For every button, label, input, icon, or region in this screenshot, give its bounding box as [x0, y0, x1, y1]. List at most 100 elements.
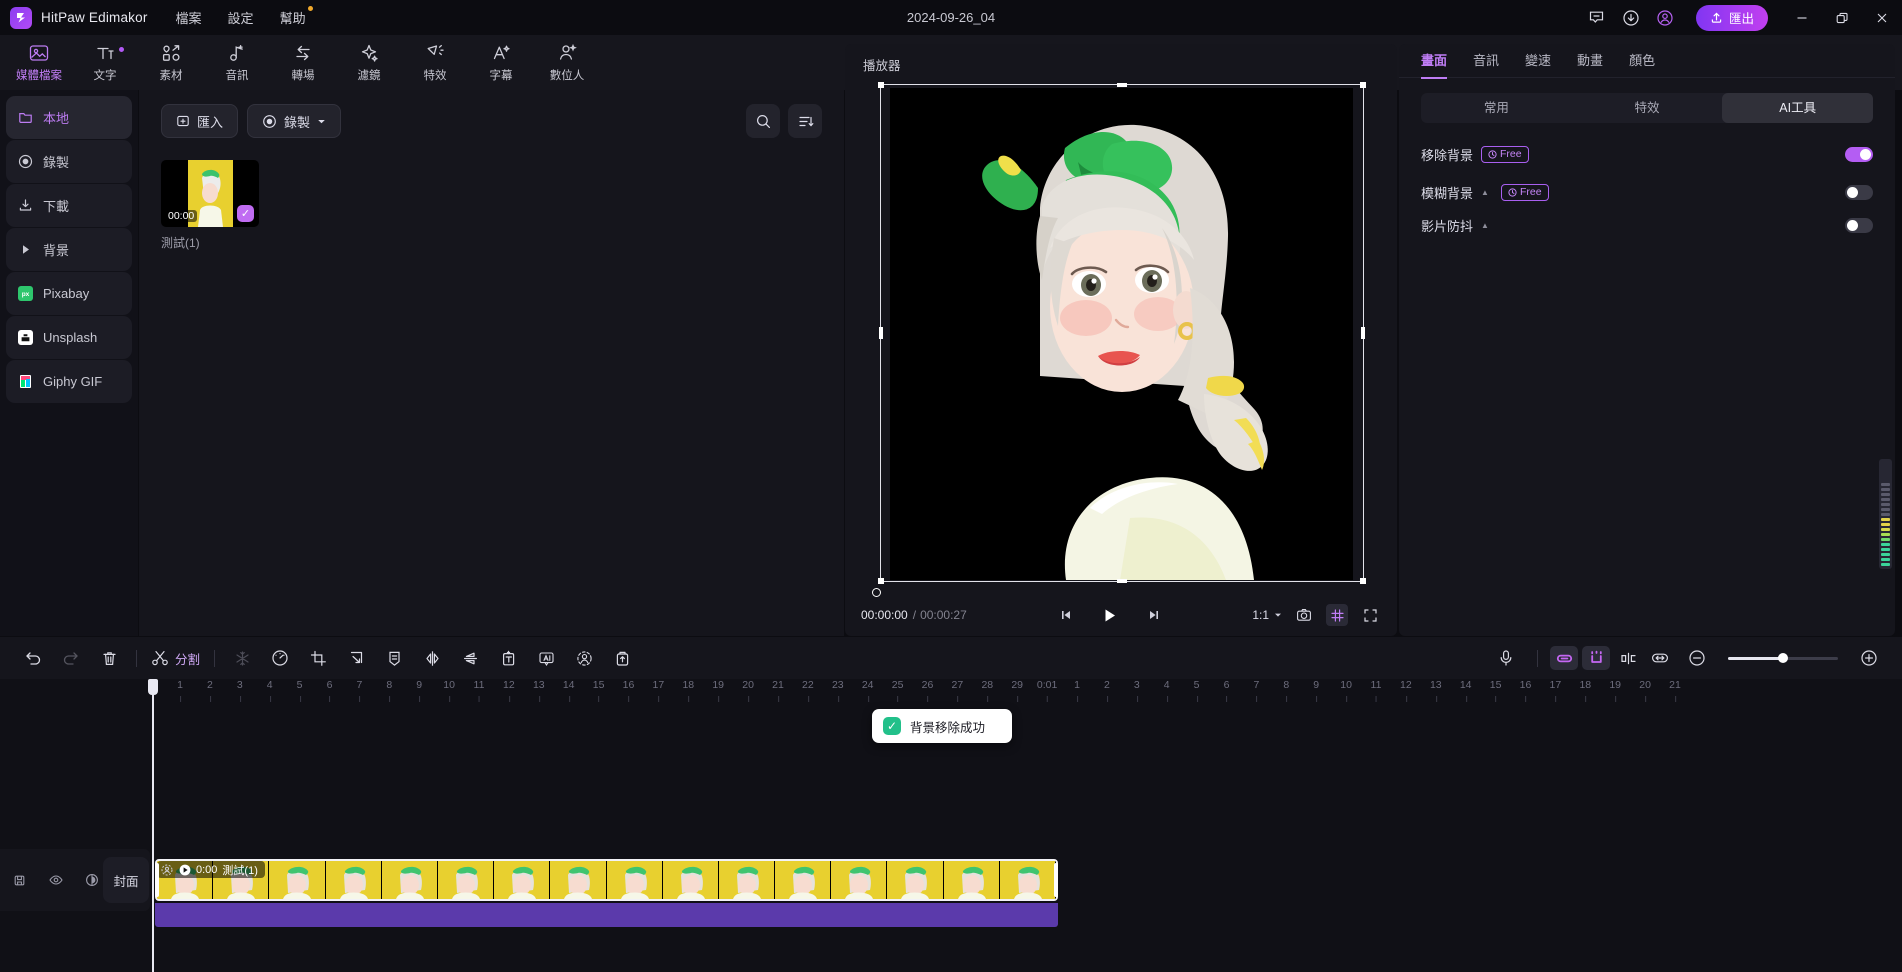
tab-audio[interactable]: 音訊 [1473, 50, 1499, 71]
row-remove-background[interactable]: 移除背景 Free [1421, 137, 1873, 171]
menu-item-settings[interactable]: 設定 [228, 8, 254, 27]
crop-icon[interactable] [299, 643, 337, 673]
resize-handle-bottom-left[interactable] [878, 578, 884, 584]
cover-button[interactable]: 封面 [103, 857, 149, 903]
play-icon[interactable] [1099, 604, 1121, 626]
speed-icon[interactable] [261, 643, 299, 673]
aspect-ratio-selector[interactable]: 1:1 [1252, 608, 1282, 622]
delete-icon[interactable] [90, 643, 128, 673]
fullscreen-icon[interactable] [1359, 604, 1381, 626]
zoom-in-icon[interactable] [1850, 643, 1888, 673]
ribbon-item-avatar[interactable]: 數位人 [534, 37, 600, 89]
tab-speed[interactable]: 變速 [1525, 50, 1551, 71]
selection-box[interactable] [880, 84, 1364, 582]
next-frame-icon[interactable] [1143, 604, 1165, 626]
download-icon[interactable] [1614, 0, 1648, 35]
fit-timeline-icon[interactable] [1646, 646, 1674, 670]
portrait-cutout-icon[interactable] [565, 643, 603, 673]
redo-icon[interactable] [52, 643, 90, 673]
mask-icon[interactable] [375, 643, 413, 673]
resize-handle-bottom-middle[interactable] [1117, 579, 1127, 583]
search-icon[interactable] [746, 104, 780, 138]
playhead[interactable] [152, 679, 154, 972]
tab-animation[interactable]: 動畫 [1577, 50, 1603, 71]
segment-common[interactable]: 常用 [1421, 93, 1572, 123]
sidebar-item-local[interactable]: 本地 [6, 96, 132, 139]
undo-icon[interactable] [14, 643, 52, 673]
ribbon-item-media[interactable]: 媒體檔案 [6, 37, 72, 89]
link-icon[interactable] [1550, 646, 1578, 670]
sidebar-item-record[interactable]: 錄製 [6, 140, 132, 183]
sort-icon[interactable] [788, 104, 822, 138]
close-icon[interactable] [1862, 0, 1902, 35]
clip-audio-track[interactable] [155, 903, 1058, 927]
row-blur-background[interactable]: 模糊背景 ▲ Free [1421, 178, 1873, 206]
media-item[interactable]: 00:00 ✓ [161, 160, 259, 227]
segment-ai-tools[interactable]: AI工具 [1722, 93, 1873, 123]
preview-canvas[interactable] [872, 84, 1372, 589]
toggle-blur-background[interactable] [1845, 185, 1873, 200]
minimize-icon[interactable] [1782, 0, 1822, 35]
lock-icon[interactable] [12, 873, 27, 888]
resize-handle-right-middle[interactable] [1361, 327, 1365, 339]
export-button[interactable]: 匯出 [1696, 5, 1768, 31]
ribbon-item-audio[interactable]: 音訊 [204, 37, 270, 89]
ribbon-item-effects[interactable]: 特效 [402, 37, 468, 89]
chevron-up-icon[interactable]: ▲ [1481, 188, 1489, 197]
ai-icon[interactable] [527, 643, 565, 673]
chevron-up-icon[interactable]: ▲ [1481, 221, 1489, 230]
sidebar-item-download[interactable]: 下載 [6, 184, 132, 227]
tab-color[interactable]: 顏色 [1629, 50, 1655, 71]
ribbon-item-transition[interactable]: 轉場 [270, 37, 336, 89]
freeze-frame-icon[interactable] [223, 643, 261, 673]
prev-frame-icon[interactable] [1055, 604, 1077, 626]
sidebar-item-pixabay[interactable]: px Pixabay [6, 272, 132, 315]
resize-handle-top-right[interactable] [1360, 82, 1366, 88]
ribbon-item-sticker[interactable]: 素材 [138, 37, 204, 89]
toggle-video-stabilization[interactable] [1845, 218, 1873, 233]
zoom-slider[interactable] [1728, 657, 1838, 660]
resize-handle-top-left[interactable] [878, 82, 884, 88]
sidebar-item-giphy[interactable]: Giphy GIF [6, 360, 132, 403]
restore-icon[interactable] [1822, 0, 1862, 35]
split-button[interactable]: 分割 [145, 649, 206, 668]
import-button[interactable]: 匯入 [161, 104, 238, 138]
ribbon-item-text[interactable]: 文字 [72, 37, 138, 89]
reverse-icon[interactable] [337, 643, 375, 673]
microphone-icon[interactable] [1487, 643, 1525, 673]
sidebar-item-unsplash[interactable]: Unsplash [6, 316, 132, 359]
toolbar-separator [214, 650, 215, 667]
split-view-icon[interactable] [1614, 646, 1642, 670]
menu-item-file[interactable]: 檔案 [176, 8, 202, 27]
mirror-icon[interactable] [413, 643, 451, 673]
sidebar-item-background[interactable]: 背景 [6, 228, 132, 271]
record-button[interactable]: 錄製 [247, 104, 341, 138]
toggle-remove-background[interactable] [1845, 147, 1873, 162]
resize-handle-left-middle[interactable] [879, 327, 883, 339]
clip-trim-handle-right[interactable] [1054, 863, 1058, 897]
ribbon-item-filter[interactable]: 濾鏡 [336, 37, 402, 89]
tab-video[interactable]: 畫面 [1421, 50, 1447, 71]
magnet-icon[interactable] [1582, 646, 1610, 670]
resize-handle-top-middle[interactable] [1117, 83, 1127, 87]
feedback-icon[interactable] [1580, 0, 1614, 35]
row-video-stabilization[interactable]: 影片防抖 ▲ [1421, 211, 1873, 239]
add-text-icon[interactable] [489, 643, 527, 673]
account-icon[interactable] [1648, 0, 1682, 35]
flip-icon[interactable] [451, 643, 489, 673]
media-item-selected-check[interactable]: ✓ [237, 205, 254, 222]
zoom-out-icon[interactable] [1678, 643, 1716, 673]
clip-trim-handle-left[interactable] [155, 863, 159, 897]
segment-effects[interactable]: 特效 [1572, 93, 1723, 123]
timeline-clip[interactable] [155, 859, 1058, 901]
export-clip-icon[interactable] [603, 643, 641, 673]
resize-handle-bottom-right[interactable] [1360, 578, 1366, 584]
timeline-ruler[interactable]: 1234567891011121314151617181920212223242… [155, 679, 1902, 705]
eye-icon[interactable] [48, 873, 63, 888]
volume-icon[interactable] [84, 873, 99, 888]
grid-icon[interactable] [1326, 604, 1348, 626]
zoom-slider-knob[interactable] [1778, 653, 1788, 663]
snapshot-icon[interactable] [1293, 604, 1315, 626]
menu-item-help[interactable]: 幫助 [280, 8, 306, 27]
ribbon-item-subtitle[interactable]: 字幕 [468, 37, 534, 89]
